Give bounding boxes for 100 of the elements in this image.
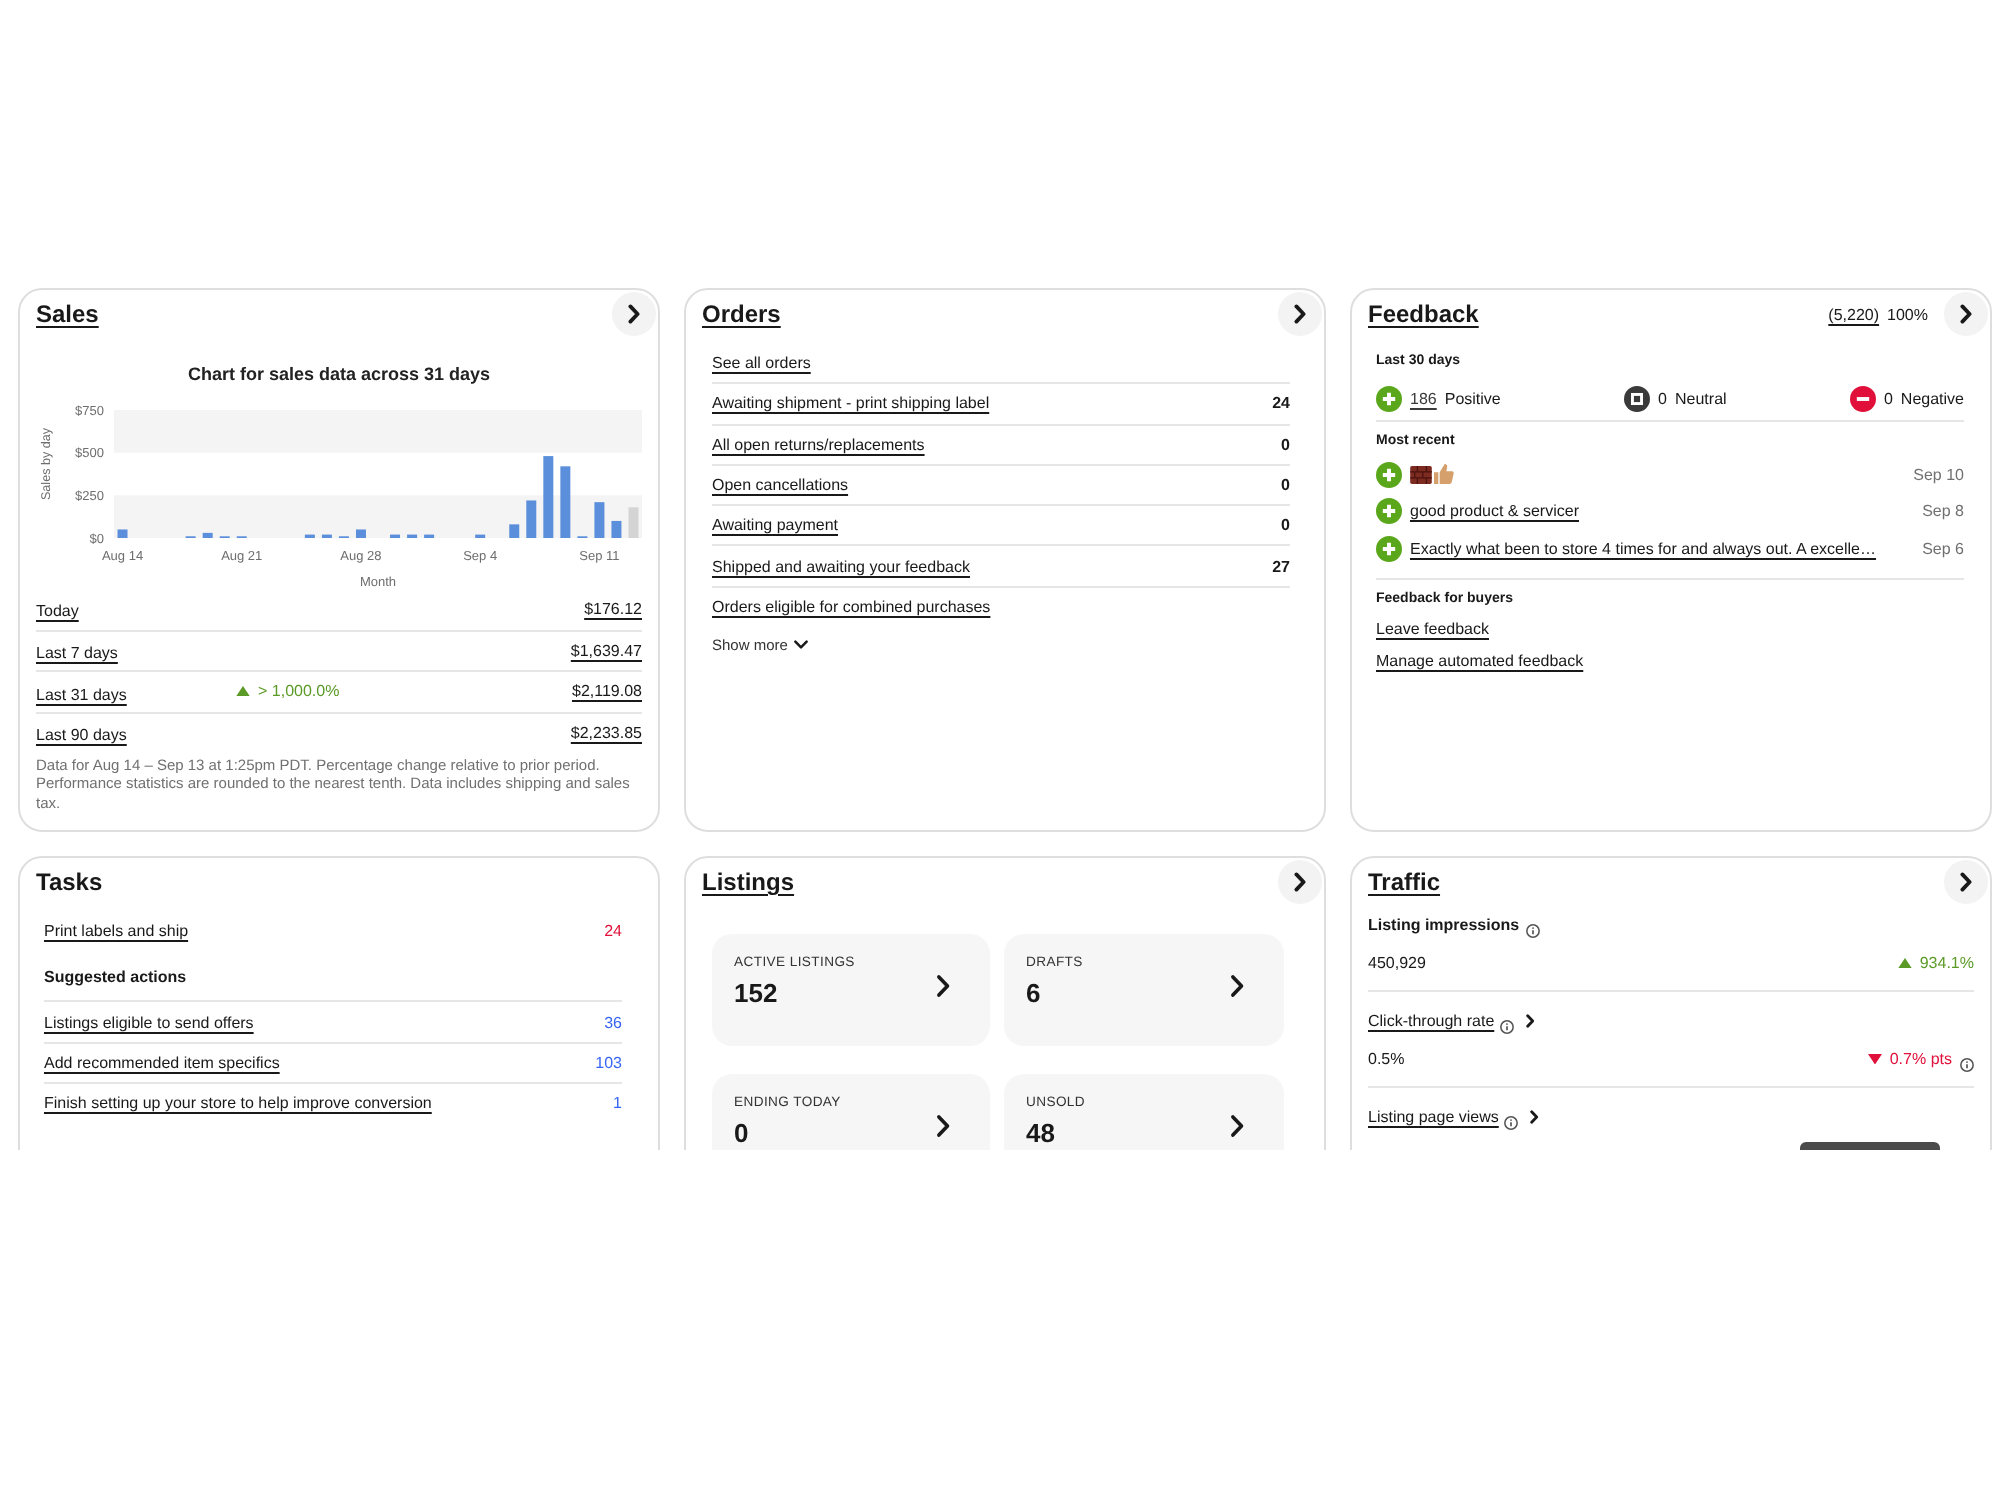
feedback-date: Sep 8 [1922, 502, 1964, 521]
metric-link[interactable]: Click-through rate [1368, 1012, 1495, 1030]
plus-circle-icon [1376, 461, 1402, 488]
tile-value: 6 [1026, 977, 1043, 1007]
rating-count: 0 [1883, 389, 1893, 407]
info-icon[interactable] [1525, 923, 1540, 937]
orders-link[interactable]: Awaiting payment [712, 516, 838, 535]
rating-count: 0 [1658, 389, 1667, 407]
bar [543, 456, 554, 538]
task-count: 24 [604, 921, 622, 939]
amount-link[interactable]: $2,119.08 [572, 682, 642, 701]
plus-circle-icon [1376, 498, 1402, 525]
period-link[interactable]: Today [36, 602, 79, 621]
bar [594, 502, 605, 538]
card-title[interactable]: Traffic [1368, 860, 1441, 904]
orders-link[interactable]: See all orders [712, 353, 811, 372]
card-arrow-button[interactable] [1278, 292, 1322, 336]
change-value: 934.1% [1919, 954, 1974, 972]
rating-label: Positive [1444, 389, 1501, 407]
change-value: 0.7% pts [1889, 1050, 1952, 1068]
chevron-right-icon [1526, 1014, 1535, 1028]
thumbs-up-icon [1434, 464, 1454, 485]
order-count: 24 [1272, 394, 1290, 413]
rating-count-link[interactable]: 186 [1410, 389, 1437, 407]
chevron-right-icon [935, 1114, 950, 1138]
task-link[interactable]: Print labels and ship [44, 921, 189, 939]
period-link[interactable]: Last 90 days [36, 726, 127, 745]
orders-link[interactable]: Open cancellations [712, 476, 849, 495]
period-link[interactable]: Last 7 days [36, 644, 118, 663]
bar [202, 532, 213, 538]
bar [526, 500, 537, 538]
card-arrow-button[interactable] [1278, 860, 1322, 904]
buyer-feedback-link[interactable]: Leave feedback [1376, 620, 1489, 638]
metric-link[interactable]: Listing page views [1368, 1108, 1499, 1126]
order-count: 0 [1281, 435, 1290, 454]
chevron-right-icon [1960, 304, 1972, 324]
orders-link[interactable]: Awaiting shipment - print shipping label [712, 394, 990, 413]
chevron-down-icon [793, 640, 808, 650]
card-arrow-button[interactable] [1944, 860, 1988, 904]
order-count: 27 [1272, 557, 1290, 576]
feedback-date: Sep 10 [1913, 465, 1964, 484]
bar [355, 529, 366, 538]
chevron-right-icon [1229, 974, 1244, 998]
bar [560, 466, 571, 538]
task-link[interactable]: Add recommended item specifics [44, 1054, 280, 1072]
orders-link[interactable]: Shipped and awaiting your feedback [712, 557, 970, 576]
card-arrow-button[interactable] [1944, 292, 1988, 336]
task-count: 36 [604, 1013, 622, 1031]
chevron-right-icon [1960, 872, 1972, 892]
task-count: 103 [595, 1054, 622, 1072]
rating-percent: 100% [1887, 305, 1928, 323]
buyer-feedback-link[interactable]: Manage automated feedback [1376, 652, 1584, 670]
orders-link[interactable]: All open returns/replacements [712, 435, 925, 454]
metric-label: Listing impressions [1368, 916, 1520, 934]
metric-value: 450,929 [1368, 954, 1426, 972]
order-count: 0 [1281, 476, 1290, 495]
plus-circle-icon [1376, 535, 1402, 562]
change-value: > 1,000.0% [258, 682, 340, 701]
info-icon[interactable] [1960, 1057, 1974, 1071]
minus-circle-icon [1849, 385, 1876, 411]
bar [117, 529, 128, 538]
rating-label: Neutral [1675, 389, 1727, 407]
amount-link[interactable]: $1,639.47 [570, 641, 642, 660]
rating-count-link[interactable]: (5,220) [1828, 305, 1880, 323]
amount-link[interactable]: $176.12 [584, 599, 642, 618]
metric-value: 0.5% [1368, 1050, 1405, 1068]
task-count: 1 [613, 1094, 622, 1112]
chevron-right-icon [1229, 1114, 1244, 1138]
card-title: Tasks [36, 866, 103, 900]
task-link[interactable]: Finish setting up your store to help improve conversion [44, 1094, 432, 1112]
period-link[interactable]: Last 31 days [36, 685, 127, 704]
tile-value: 0 [734, 1117, 751, 1147]
task-link[interactable]: Listings eligible to send offers [44, 1013, 254, 1031]
card-arrow-button[interactable] [612, 292, 656, 336]
amount-link[interactable]: $2,233.85 [570, 723, 642, 742]
feedback-comment-link[interactable]: good product & servicer [1410, 502, 1579, 521]
chevron-right-icon [1530, 1110, 1540, 1124]
card-title[interactable]: Orders [702, 292, 781, 336]
card-title[interactable]: Listings [702, 860, 795, 904]
card-title[interactable]: Sales [36, 292, 99, 336]
chevron-right-icon [1294, 304, 1306, 324]
chevron-right-icon [1294, 872, 1306, 892]
order-count: 0 [1281, 516, 1290, 535]
orders-link[interactable]: Orders eligible for combined purchases [712, 597, 991, 616]
tile-value: 152 [734, 977, 780, 1007]
info-icon[interactable] [1504, 1115, 1519, 1129]
square-circle-icon [1624, 385, 1651, 411]
rating-label: Negative [1900, 389, 1964, 407]
section-heading: Suggested actions [44, 954, 622, 1002]
tile-value: 48 [1026, 1117, 1057, 1147]
chart-title: Chart for sales data across 31 days [185, 362, 493, 386]
bar [611, 520, 622, 538]
bar [628, 507, 639, 538]
info-icon[interactable] [1500, 1019, 1515, 1033]
plus-circle-icon [1376, 385, 1402, 411]
chevron-right-icon [628, 304, 640, 324]
feedback-comment-link[interactable]: Exactly what been to store 4 times for and always out. A excelle… [1410, 539, 1877, 558]
bar [509, 524, 520, 538]
card-title[interactable]: Feedback [1368, 292, 1479, 336]
chevron-right-icon [935, 974, 950, 998]
